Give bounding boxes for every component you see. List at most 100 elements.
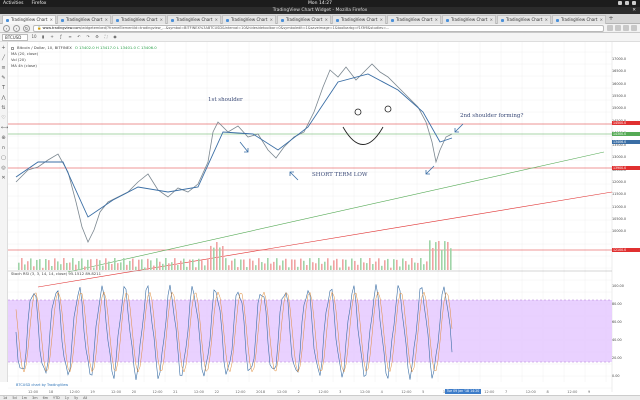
volume-bar: [234, 258, 236, 270]
settings-icon[interactable]: ⚙: [94, 34, 100, 40]
forward-button[interactable]: ›: [13, 24, 20, 32]
time-axis-label: 12:00: [110, 390, 122, 394]
browser-tab[interactable]: TradingView Chart Widget×: [222, 15, 276, 24]
browser-tab[interactable]: TradingView Chart Widget×: [112, 15, 166, 24]
range-button[interactable]: 6m: [43, 396, 48, 400]
annotation-second-shoulder[interactable]: 2nd shoulder forming?: [460, 113, 523, 119]
annotation-first-shoulder[interactable]: 1st shoulder: [208, 97, 243, 103]
tradingview-favicon-icon: [281, 18, 284, 22]
range-button[interactable]: 5y: [74, 396, 78, 400]
volume-bar: [447, 241, 449, 270]
browser-tab[interactable]: TradingView Chart Widget×: [2, 15, 56, 24]
tab-close-icon[interactable]: ×: [380, 16, 385, 24]
tab-close-icon[interactable]: ×: [270, 16, 275, 24]
volume-bar: [150, 260, 152, 270]
volume-bar: [183, 258, 185, 270]
tab-close-icon[interactable]: ×: [435, 16, 440, 24]
clock[interactable]: Mon 14:27: [0, 1, 640, 6]
tab-close-icon[interactable]: ×: [105, 16, 110, 24]
bookmark-icon[interactable]: [607, 25, 613, 31]
volume-bar: [81, 258, 83, 270]
icons-tool-icon[interactable]: ♡: [1, 116, 6, 121]
brush-icon[interactable]: ✎: [1, 76, 6, 81]
fullscreen-icon[interactable]: ⛶: [103, 34, 109, 40]
browser-tab[interactable]: TradingView Chart Widget×: [332, 15, 386, 24]
volume-bar: [135, 266, 137, 270]
eye-icon[interactable]: ◎: [1, 166, 6, 171]
range-button[interactable]: 5d: [12, 396, 16, 400]
price-tag-red-low: 12100.0: [612, 248, 640, 252]
oscillator-label[interactable]: Stoch RSI (3, 3, 14, 14, close): [11, 271, 67, 276]
time-axis-label: 12:00: [28, 390, 39, 394]
activities-button[interactable]: Activities: [3, 1, 24, 6]
range-button[interactable]: All: [83, 396, 87, 400]
home-icon[interactable]: [623, 25, 629, 31]
indicator-ma4h[interactable]: MA 4h (close): [11, 63, 37, 69]
volume-bar: [27, 261, 29, 270]
downloads-icon[interactable]: [615, 25, 621, 31]
trendline-icon[interactable]: ╱: [1, 56, 6, 61]
browser-tab[interactable]: TradingView Chart Widget×: [387, 15, 441, 24]
menu-icon[interactable]: [631, 25, 637, 31]
volume-bar: [438, 240, 440, 270]
lock-drawing-icon[interactable]: ▢: [1, 156, 6, 161]
range-button[interactable]: 1y: [65, 396, 69, 400]
moving-average-line: [15, 73, 453, 218]
browser-tab[interactable]: TradingView Chart Widget×: [497, 15, 551, 24]
text-icon[interactable]: T: [1, 86, 6, 91]
volume-bar: [381, 265, 383, 270]
chart-svg[interactable]: [8, 42, 640, 392]
compare-icon[interactable]: +: [49, 34, 55, 40]
range-button[interactable]: 1d: [3, 396, 7, 400]
tab-close-icon[interactable]: ×: [160, 16, 165, 24]
browser-tab[interactable]: TradingView Chart Widget×: [57, 15, 111, 24]
system-tray[interactable]: [618, 1, 636, 5]
legend-toggle-icon[interactable]: [11, 46, 14, 50]
range-button[interactable]: 3m: [32, 396, 37, 400]
symbol-search-input[interactable]: BTCUSD: [2, 33, 28, 41]
volume-bar: [450, 248, 452, 270]
zoom-icon[interactable]: ⊕: [1, 136, 6, 141]
annotation-short-term-low[interactable]: SHORT TERM LOW: [312, 172, 368, 178]
camera-icon[interactable]: ◉: [112, 34, 118, 40]
fib-icon[interactable]: ≡: [1, 66, 6, 71]
volume-bar: [144, 267, 146, 270]
volume-bar: [129, 260, 131, 270]
range-button[interactable]: YTD: [53, 396, 60, 400]
range-button[interactable]: 1m: [22, 396, 27, 400]
time-axis-label: 20: [131, 390, 137, 394]
app-menu[interactable]: Firefox: [32, 1, 47, 6]
browser-tab[interactable]: TradingView Chart Widget×: [442, 15, 496, 24]
close-window-icon[interactable]: ✕: [632, 7, 636, 14]
trash-icon[interactable]: ✕: [1, 176, 6, 181]
tab-close-icon[interactable]: ×: [545, 16, 550, 24]
indicators-icon[interactable]: ƒ: [58, 34, 64, 40]
measure-icon[interactable]: ⟷: [1, 126, 8, 131]
volume-bar: [387, 258, 389, 270]
tab-close-icon[interactable]: ×: [490, 16, 495, 24]
browser-tab[interactable]: TradingView Chart Widget×: [167, 15, 221, 24]
tradingview-credit[interactable]: BTCUSD chart by TradingView: [16, 383, 68, 387]
crosshair-icon[interactable]: +: [1, 46, 6, 51]
tab-close-icon[interactable]: ×: [215, 16, 220, 24]
interval-dropdown[interactable]: 10: [31, 34, 37, 40]
new-tab-button[interactable]: +: [607, 14, 615, 23]
chart-style-icon[interactable]: ▮: [40, 34, 46, 40]
volume-bar: [393, 259, 395, 270]
volume-bar: [228, 265, 230, 270]
pattern-icon[interactable]: ⋀: [1, 96, 6, 101]
prediction-icon[interactable]: ⇅: [1, 106, 6, 111]
chart-canvas[interactable]: [8, 42, 640, 392]
undo-icon[interactable]: ↶: [76, 34, 82, 40]
back-button[interactable]: ‹: [3, 24, 10, 32]
tab-close-icon[interactable]: ×: [50, 16, 55, 24]
magnet-icon[interactable]: ∩: [1, 146, 6, 151]
tab-close-icon[interactable]: ×: [325, 16, 330, 24]
url-bar[interactable]: 🔒 www.tradingview.com/widgetembed/?frame…: [33, 24, 604, 32]
tab-close-icon[interactable]: ×: [600, 16, 605, 24]
templates-icon[interactable]: ≡: [67, 34, 73, 40]
browser-tab[interactable]: TradingView Chart Widget×: [552, 15, 606, 24]
browser-tab[interactable]: TradingView Chart Widget×: [277, 15, 331, 24]
reload-button[interactable]: ↻: [23, 24, 30, 32]
redo-icon[interactable]: ↷: [85, 34, 91, 40]
